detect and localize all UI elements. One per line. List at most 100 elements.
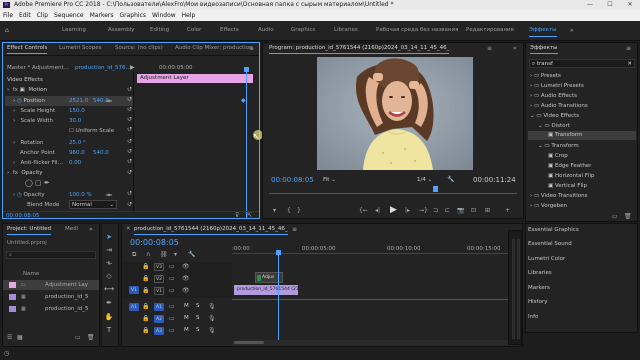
v3-eye-icon[interactable]: 👁: [182, 263, 190, 270]
panel-history[interactable]: History: [528, 296, 548, 309]
panel-essential-sound[interactable]: Essential Sound: [528, 238, 572, 251]
menu-graphics[interactable]: Graphics: [120, 10, 147, 21]
vr-icon[interactable]: ⊡: [471, 207, 476, 214]
mark-in-icon[interactable]: {: [287, 207, 291, 214]
menu-help[interactable]: Help: [182, 10, 196, 21]
type-tool-icon[interactable]: T: [104, 325, 114, 335]
tree-transform-folder[interactable]: ⌄ ▭ Transform: [538, 142, 579, 151]
v2-eye-icon[interactable]: 👁: [182, 275, 190, 282]
workspace-graphics[interactable]: Graphics: [291, 27, 315, 33]
fx-opacity[interactable]: › fx Opacity: [7, 168, 43, 178]
project-more-icon[interactable]: »: [89, 226, 93, 233]
slip-tool-icon[interactable]: ⟷: [104, 284, 114, 294]
tree-audio-transitions[interactable]: › ▭ Audio Transitions: [530, 102, 588, 111]
v1-lock-icon[interactable]: 🔒: [142, 287, 149, 294]
main-video-clip[interactable]: production_id_5761544 (2160p: [234, 285, 298, 295]
a2-mute[interactable]: M: [184, 313, 189, 323]
wrench-icon[interactable]: 🔧: [447, 176, 454, 183]
tab-audio-clip-mixer[interactable]: Audio Clip Mixer: production: [175, 43, 253, 54]
workspace-effects-ru[interactable]: Эффекты: [529, 27, 557, 37]
home-icon[interactable]: ⌂: [5, 27, 9, 34]
uniform-scale-checkbox[interactable]: ☐ Uniform Scale: [69, 126, 114, 136]
v3-lock-icon[interactable]: 🔒: [142, 263, 149, 270]
v1-source-patch[interactable]: V1: [129, 286, 139, 294]
tree-distort[interactable]: ⌄ ▭ Distort: [538, 122, 570, 131]
step-forward-icon[interactable]: |▸: [405, 207, 410, 214]
lift-icon[interactable]: ⊐: [433, 207, 438, 214]
quality-dropdown[interactable]: 1/4 ⌄: [417, 176, 439, 184]
v1-eye-icon[interactable]: 👁: [182, 287, 190, 294]
tab-media-browser[interactable]: Medi: [65, 224, 78, 235]
v2-sync-icon[interactable]: ▭: [169, 275, 175, 282]
go-to-out-icon[interactable]: →}: [419, 207, 428, 214]
workspace-libraries[interactable]: Libraries: [334, 27, 358, 33]
program-scrub-bar[interactable]: [269, 189, 517, 194]
workspace-editing-ru[interactable]: Редактирование: [466, 27, 514, 33]
ec-playhead[interactable]: [246, 69, 247, 219]
tab-effects[interactable]: Эффекты: [530, 43, 558, 54]
workspace-editing[interactable]: Editing: [150, 27, 169, 33]
tree-presets[interactable]: › ▭ Presets: [530, 72, 561, 81]
workspace-color[interactable]: Color: [187, 27, 201, 33]
a3-mic-icon[interactable]: 🎙: [208, 327, 216, 334]
new-item-icon[interactable]: ▭: [75, 334, 81, 341]
timeline-scrollbar[interactable]: [232, 340, 522, 345]
timeline-close-icon[interactable]: ✕: [126, 224, 131, 235]
keyframe-nav-icon[interactable]: ◂◆▸: [105, 98, 113, 104]
reset-scale-height-icon[interactable]: ↺: [127, 106, 132, 113]
nest-icon[interactable]: ⧉: [132, 251, 136, 259]
tree-transform-effect[interactable]: ▣ Transform: [548, 131, 582, 140]
tab-source[interactable]: Source: (no clips): [115, 43, 163, 54]
button-editor-icon[interactable]: +: [505, 207, 510, 214]
play-icon[interactable]: ▶: [390, 205, 397, 215]
trash-icon[interactable]: 🗑: [87, 334, 95, 341]
a2-sync-icon[interactable]: ▭: [169, 315, 175, 322]
tab-project[interactable]: Project: Untitled: [7, 224, 52, 235]
a1-sync-icon[interactable]: ▭: [169, 303, 175, 310]
hand-tool-icon[interactable]: ✋: [104, 312, 114, 322]
project-item-adjustment[interactable]: ▭ Adjustment Lay: [3, 280, 99, 290]
menu-sequence[interactable]: Sequence: [54, 10, 84, 21]
workspace-effects[interactable]: Effects: [220, 27, 239, 33]
delete-icon[interactable]: 🗑: [624, 213, 632, 220]
minimize-icon[interactable]: —: [580, 0, 600, 10]
track-select-tool-icon[interactable]: ⇥: [104, 245, 114, 255]
timeline-menu-icon[interactable]: ≡: [292, 226, 297, 233]
list-view-icon[interactable]: ☰: [7, 334, 12, 341]
track-v3[interactable]: V3: [154, 263, 164, 271]
a1-solo[interactable]: S: [196, 301, 200, 311]
add-marker-timeline-icon[interactable]: ▾: [174, 251, 177, 258]
effects-search[interactable]: ⌕ transf ✕: [529, 59, 635, 68]
reset-antiflicker-icon[interactable]: ↺: [127, 158, 132, 165]
ec-current-time[interactable]: 00:00:08:05: [6, 211, 40, 221]
tab-sequence[interactable]: production_id_5761544 (2160p)2024_03_14_…: [134, 224, 288, 235]
tree-vertical-flip[interactable]: ▣ Vertical Flip: [548, 182, 587, 191]
new-bin-icon[interactable]: ▭: [612, 213, 618, 220]
menu-file[interactable]: File: [3, 10, 13, 21]
scale-height-value[interactable]: 150.0: [69, 106, 85, 116]
selection-tool-icon[interactable]: ➤: [104, 232, 114, 242]
track-a3[interactable]: A3: [154, 327, 164, 335]
reset-opacity-icon[interactable]: ↺: [127, 190, 132, 197]
maximize-icon[interactable]: ☐: [600, 0, 620, 10]
name-column-header[interactable]: Name: [23, 269, 39, 279]
fx-motion[interactable]: › fx ▣ Motion: [7, 85, 47, 95]
antiflicker-value[interactable]: 0.00: [69, 158, 81, 168]
menu-markers[interactable]: Markers: [90, 10, 114, 21]
effects-search-input[interactable]: transf: [537, 61, 553, 67]
video-frame[interactable]: [317, 57, 473, 170]
reset-scale-width-icon[interactable]: ↺: [127, 116, 132, 123]
reset-anchor-icon[interactable]: ↺: [127, 148, 132, 155]
track-a2[interactable]: A2: [154, 315, 164, 323]
a3-lock-icon[interactable]: 🔒: [142, 327, 149, 334]
go-to-in-icon[interactable]: {←: [359, 207, 368, 214]
ripple-edit-tool-icon[interactable]: ⟛: [104, 258, 114, 268]
project-search[interactable]: ⌕: [6, 251, 96, 259]
program-menu-icon[interactable]: ≡: [487, 45, 492, 52]
a1-mic-icon[interactable]: 🎙: [208, 303, 216, 310]
track-a1[interactable]: A1: [154, 303, 164, 311]
timeline-settings-icon[interactable]: 🔧: [188, 251, 195, 258]
a2-mic-icon[interactable]: 🎙: [208, 315, 216, 322]
more-workspaces-icon[interactable]: »: [570, 27, 574, 34]
track-v2[interactable]: V2: [154, 275, 164, 283]
